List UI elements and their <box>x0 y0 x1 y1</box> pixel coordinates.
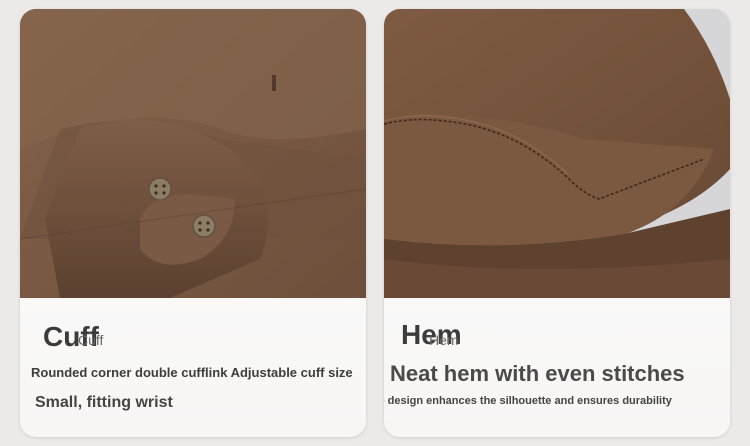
cufflink-button-icon <box>148 177 172 201</box>
hem-photo <box>384 9 730 298</box>
feature-card-cuff: Cuff Cuff Rounded corner double cufflink… <box>20 9 366 437</box>
card-description: Neat hem with even stitches <box>390 361 685 386</box>
cuff-photo <box>20 9 366 298</box>
feature-card-hem: Hem Hem Neat hem with even stitches The … <box>384 9 730 437</box>
card-title-ghost: Hem <box>429 332 459 348</box>
card-subtext: Small, fitting wrist <box>35 394 173 411</box>
card-subtext: The design enhances the silhouette and e… <box>384 395 672 407</box>
cufflink-button-icon <box>192 214 216 238</box>
card-title-ghost: Cuff <box>78 332 104 348</box>
card-description: Rounded corner double cufflink Adjustabl… <box>31 365 353 380</box>
